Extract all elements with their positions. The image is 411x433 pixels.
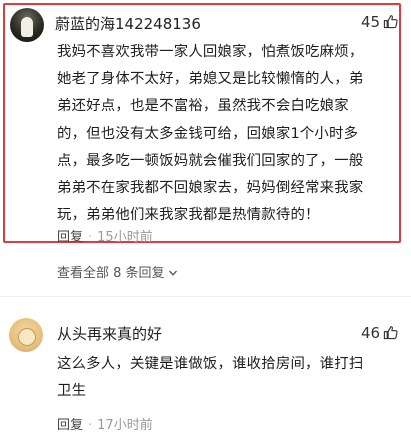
avatar-face: [18, 328, 36, 346]
avatar-figure: [21, 17, 33, 37]
like-button[interactable]: 46: [361, 324, 398, 342]
thumbs-up-icon: [383, 15, 398, 29]
comment-text-line: 弟弟不在家我都不回娘家去，妈妈倒经常来我家: [57, 180, 364, 197]
comment-text: 这么多人，关键是谁做饭，谁收拾房间，谁打扫 卫生: [57, 351, 397, 405]
thumbs-up-icon: [383, 326, 398, 340]
chevron-down-icon: [168, 270, 177, 276]
comment-username[interactable]: 蔚蓝的海142248136: [55, 13, 201, 34]
comment-timestamp: 17小时前: [97, 418, 153, 433]
comment-text: 我妈不喜欢我带一家人回娘家，怕煮饭吃麻烦， 她老了身体不太好，弟媳又是比较懒惰的…: [57, 39, 397, 229]
separator-dot: ·: [88, 230, 93, 245]
comment-text-line: 这么多人，关键是谁做饭，谁收拾房间，谁打扫: [57, 356, 364, 372]
avatar[interactable]: [10, 8, 44, 42]
comment-text-line: 卫生: [57, 383, 87, 400]
view-all-replies-label: 查看全部 8 条回复: [57, 266, 165, 281]
comment-text-line: 点，最多吃一顿饭妈就会催我们回家的了，一般: [57, 152, 364, 169]
comment-thread: 蔚蓝的海142248136 45 我妈不喜欢我带一家人回娘家，怕煮饭吃麻烦， 她…: [0, 0, 411, 433]
reply-button[interactable]: 回复: [57, 230, 83, 245]
view-all-replies-link[interactable]: 查看全部 8 条回复: [57, 262, 178, 281]
like-count: 46: [361, 324, 381, 342]
like-count: 45: [361, 13, 381, 31]
like-button[interactable]: 45: [361, 13, 398, 31]
comment-text-line: 弟还好点，也是不富裕，虽然我不会白吃娘家: [57, 98, 349, 115]
comment-text-line: 的，但也没有太多金钱可给，回娘家1个小时多: [57, 125, 359, 142]
comment-meta: 回复 · 17小时前: [57, 414, 153, 433]
reply-button[interactable]: 回复: [57, 418, 83, 433]
divider: [0, 296, 411, 297]
comment-meta: 回复 · 15小时前: [57, 226, 153, 245]
separator-dot: ·: [88, 418, 93, 433]
avatar[interactable]: [9, 318, 43, 352]
comment-timestamp: 15小时前: [97, 230, 153, 245]
comment-username[interactable]: 从头再来真的好: [57, 323, 162, 344]
comment-text-line: 她老了身体不太好，弟媳又是比较懒惰的人，弟: [57, 71, 364, 88]
comment-text-line: 我妈不喜欢我带一家人回娘家，怕煮饭吃麻烦，: [57, 44, 364, 60]
